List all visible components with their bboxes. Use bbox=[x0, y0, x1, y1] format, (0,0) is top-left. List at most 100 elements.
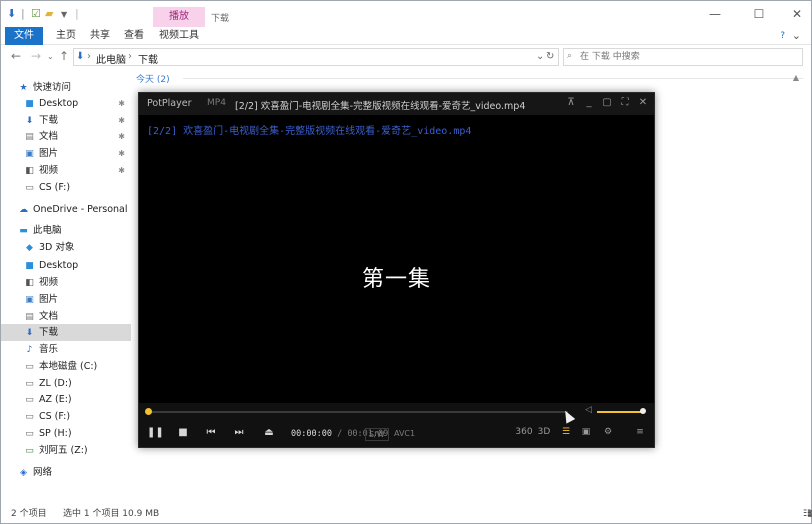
quick-access-download-icon[interactable]: ⬇ bbox=[7, 7, 16, 20]
quick-access-dropdown-icon[interactable]: ▼ bbox=[61, 10, 67, 19]
pin-icon[interactable]: ✱ bbox=[118, 112, 125, 129]
sidebar-item[interactable]: ▭ ZL (D:) bbox=[1, 375, 131, 392]
sidebar-item[interactable]: ☁ OneDrive - Personal bbox=[1, 201, 131, 218]
quick-access-folder-icon[interactable]: ▰ bbox=[45, 7, 53, 20]
pin-icon[interactable]: ✱ bbox=[118, 162, 125, 179]
volume-slider[interactable] bbox=[597, 408, 646, 414]
player-fullscreen-icon[interactable]: ⛶ bbox=[617, 97, 633, 108]
recent-dropdown-icon[interactable]: ⌄ bbox=[47, 52, 54, 61]
volume-slider-fill bbox=[597, 411, 643, 413]
previous-icon[interactable]: ⏮ bbox=[203, 427, 219, 438]
osd-file-info: [2/2] 欢喜盈门-电视剧全集-完整版视频在线观看-爱奇艺_video.mp4 bbox=[147, 126, 472, 137]
sidebar-item[interactable]: ▭ SP (H:) bbox=[1, 425, 131, 442]
forward-arrow-icon[interactable]: → bbox=[31, 49, 41, 63]
sidebar-item[interactable]: ◈ 网络 bbox=[1, 464, 131, 481]
eject-icon[interactable]: ⏏ bbox=[261, 427, 277, 438]
playlist-search-icon[interactable]: ☰ bbox=[557, 427, 575, 437]
back-arrow-icon[interactable]: ← bbox=[11, 49, 21, 63]
sidebar-item-label: 音乐 bbox=[39, 344, 59, 355]
sidebar-item[interactable]: ▭ AZ (E:) bbox=[1, 391, 131, 408]
breadcrumb-this-pc[interactable]: 此电脑 bbox=[96, 51, 126, 66]
status-selection: 选中 1 个项目 10.9 MB bbox=[63, 509, 160, 519]
scroll-up-arrow-icon[interactable]: ▲ bbox=[793, 73, 799, 82]
tab-share[interactable]: 共享 bbox=[85, 27, 115, 45]
player-app-name[interactable]: PotPlayer bbox=[147, 98, 192, 109]
breadcrumb-chevron-icon[interactable]: › bbox=[128, 51, 132, 62]
seek-bar[interactable] bbox=[145, 408, 568, 415]
search-input[interactable] bbox=[580, 50, 780, 64]
sidebar-item[interactable]: ◧ 视频 ✱ bbox=[1, 162, 131, 179]
pin-icon[interactable]: ✱ bbox=[118, 95, 125, 112]
volume-icon[interactable]: ◁ bbox=[585, 405, 592, 415]
sidebar-item[interactable]: ♪ 音乐 bbox=[1, 341, 131, 358]
pause-icon[interactable]: ❚❚ bbox=[147, 427, 164, 438]
pin-icon[interactable]: ⊼ bbox=[563, 97, 579, 108]
tab-video-tools[interactable]: 视频工具 bbox=[155, 27, 203, 45]
pin-icon[interactable]: ✱ bbox=[118, 145, 125, 162]
sidebar-item[interactable]: ▣ 图片 ✱ bbox=[1, 145, 131, 162]
minimize-button[interactable]: — bbox=[703, 7, 727, 21]
search-box[interactable]: ⌕ bbox=[563, 48, 803, 66]
sidebar-item[interactable]: ▤ 文档 ✱ bbox=[1, 128, 131, 145]
decoder-tag[interactable]: S/W bbox=[365, 428, 389, 441]
capture-icon[interactable]: ▣ bbox=[577, 427, 595, 437]
player-restore-icon[interactable]: ▢ bbox=[599, 97, 615, 108]
breadcrumb-chevron-icon[interactable]: › bbox=[87, 51, 91, 62]
player-minimize-icon[interactable]: _ bbox=[581, 97, 597, 108]
sidebar-item-label: 下载 bbox=[39, 327, 59, 338]
navigation-pane: ★ 快速访问 ■ Desktop ✱ ⬇ 下载 ✱ ▤ 文档 ✱ ▣ 图片 ✱ ◧ 视频 ✱ ▭ CS (F:) ☁ O… bbox=[1, 69, 131, 497]
vr-360-button[interactable]: 360 bbox=[515, 427, 533, 437]
sidebar-item[interactable]: ▬ 此电脑 bbox=[1, 222, 131, 239]
sidebar-item[interactable]: ▤ 文档 bbox=[1, 308, 131, 325]
drive-icon: ▭ bbox=[25, 412, 34, 422]
cloud-icon: ☁ bbox=[19, 205, 28, 215]
video-area[interactable]: [2/2] 欢喜盈门-电视剧全集-完整版视频在线观看-爱奇艺_video.mp4… bbox=[139, 115, 654, 403]
sidebar-item[interactable]: ▭ CS (F:) bbox=[1, 408, 131, 425]
ribbon-context-tab-play[interactable]: 播放 bbox=[153, 7, 205, 27]
tab-home[interactable]: 主页 bbox=[49, 27, 83, 45]
menu-icon[interactable]: ≡ bbox=[631, 427, 649, 437]
sidebar-item[interactable]: ■ Desktop bbox=[1, 257, 131, 274]
close-button[interactable]: ✕ bbox=[785, 7, 809, 21]
group-header-today[interactable]: 今天 (2) bbox=[136, 72, 170, 85]
pin-icon[interactable]: ✱ bbox=[118, 128, 125, 145]
player-close-icon[interactable]: ✕ bbox=[635, 97, 651, 108]
up-arrow-icon[interactable]: ↑ bbox=[59, 49, 69, 63]
sidebar-item[interactable]: ★ 快速访问 bbox=[1, 79, 131, 96]
sidebar-item[interactable]: ⬇ 下载 bbox=[1, 324, 131, 341]
sidebar-item[interactable]: ▭ 本地磁盘 (C:) bbox=[1, 358, 131, 375]
settings-gear-icon[interactable]: ⚙ bbox=[599, 427, 617, 437]
quick-access-properties-icon[interactable]: ☑ bbox=[31, 7, 41, 20]
sidebar-item[interactable]: ◆ 3D 对象 bbox=[1, 239, 131, 256]
sidebar-item-label: OneDrive - Personal bbox=[33, 204, 128, 215]
tab-view[interactable]: 查看 bbox=[117, 27, 151, 45]
maximize-button[interactable]: ☐ bbox=[747, 7, 771, 21]
tab-file[interactable]: 文件 bbox=[5, 27, 43, 45]
sidebar-item[interactable]: ▣ 图片 bbox=[1, 291, 131, 308]
address-box[interactable]: ⬇ › 此电脑 › 下载 ⌄ ↻ bbox=[73, 48, 559, 66]
sidebar-item-label: 刘阿五 (Z:) bbox=[39, 445, 88, 456]
sidebar-item[interactable]: ▭ CS (F:) bbox=[1, 179, 131, 196]
breadcrumb-downloads[interactable]: 下载 bbox=[138, 51, 158, 66]
volume-slider-handle[interactable] bbox=[640, 408, 646, 414]
3d-button[interactable]: 3D bbox=[535, 427, 553, 437]
large-icons-view-icon[interactable]: ▦ bbox=[807, 509, 812, 519]
player-controls: ❚❚ ■ ⏮ ⏭ ⏏ 00:00:00 / 00:01:09 S/W AVC1 … bbox=[139, 421, 654, 447]
address-dropdown-icon[interactable]: ⌄ bbox=[536, 51, 544, 62]
stop-icon[interactable]: ■ bbox=[175, 427, 191, 438]
sidebar-item[interactable]: ◧ 视频 bbox=[1, 274, 131, 291]
sidebar-item[interactable]: ■ Desktop ✱ bbox=[1, 95, 131, 112]
download-arrow-icon: ⬇ bbox=[25, 328, 34, 338]
sidebar-item[interactable]: ⬇ 下载 ✱ bbox=[1, 112, 131, 129]
codec-tag[interactable]: AVC1 bbox=[391, 428, 418, 439]
ribbon-expand-chevron-icon[interactable]: ⌄ bbox=[792, 29, 801, 42]
sidebar-item[interactable]: ▭ 刘阿五 (Z:) bbox=[1, 442, 131, 459]
quick-access-separator-icon: | bbox=[21, 7, 25, 20]
network-icon: ◈ bbox=[20, 468, 27, 478]
seek-bar-handle[interactable] bbox=[145, 408, 152, 415]
next-icon[interactable]: ⏭ bbox=[231, 427, 247, 438]
refresh-icon[interactable]: ↻ bbox=[546, 51, 554, 62]
sidebar-item-label: 此电脑 bbox=[33, 225, 62, 236]
sidebar-item-label: 文档 bbox=[39, 131, 59, 142]
help-icon[interactable]: ? bbox=[780, 31, 785, 41]
